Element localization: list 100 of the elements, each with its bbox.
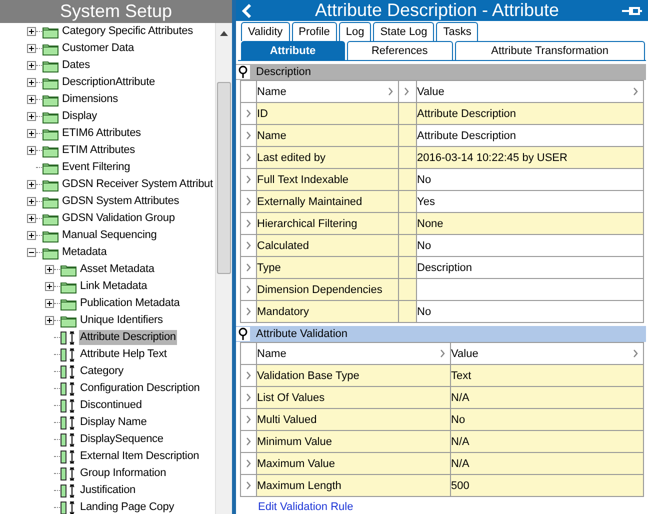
scrollbar[interactable] <box>215 23 232 514</box>
tree-item[interactable]: Discontinued <box>79 398 143 413</box>
table-cell[interactable] <box>241 125 257 147</box>
table-cell[interactable] <box>241 431 257 453</box>
tree-item[interactable]: External Item Description <box>79 449 200 464</box>
property-name: Mandatory <box>257 301 399 323</box>
table-cell[interactable] <box>241 387 257 409</box>
tree-item[interactable]: Category Specific Attributes <box>61 24 194 39</box>
tree-item[interactable]: Attribute Description <box>79 330 177 345</box>
folder-icon <box>42 58 59 72</box>
tree-item[interactable]: Display Name <box>79 415 148 430</box>
table-cell[interactable] <box>241 213 257 235</box>
table-cell <box>399 191 417 213</box>
expand-icon[interactable] <box>27 146 36 155</box>
expand-icon[interactable] <box>27 197 36 206</box>
scroll-thumb[interactable] <box>217 82 231 274</box>
column-header[interactable]: Value <box>417 81 644 103</box>
table-cell[interactable] <box>241 453 257 475</box>
tree-item[interactable]: Justification <box>79 483 137 498</box>
tree-item[interactable]: DescriptionAttribute <box>61 75 156 90</box>
expand-icon[interactable] <box>45 282 54 291</box>
table-cell[interactable] <box>241 301 257 323</box>
table-cell[interactable] <box>241 475 257 497</box>
expand-icon[interactable] <box>45 299 54 308</box>
table-cell[interactable] <box>241 103 257 125</box>
expand-icon[interactable] <box>27 112 36 121</box>
expand-icon[interactable] <box>45 316 54 325</box>
property-name: List Of Values <box>257 387 451 409</box>
table-cell[interactable] <box>241 147 257 169</box>
tree-item[interactable]: Dates <box>61 58 91 73</box>
expand-icon[interactable] <box>27 214 36 223</box>
tree-item[interactable]: Manual Sequencing <box>61 228 158 243</box>
column-header[interactable] <box>399 81 417 103</box>
tree-item[interactable]: Unique Identifiers <box>79 313 164 328</box>
expand-icon[interactable] <box>27 180 36 189</box>
folder-icon <box>42 42 59 56</box>
tree-item[interactable]: Display <box>61 109 98 124</box>
scroll-up-icon[interactable] <box>220 31 228 36</box>
section-header[interactable]: Attribute Validation <box>236 326 646 342</box>
table-cell[interactable] <box>241 191 257 213</box>
section-header[interactable]: Description <box>236 64 646 80</box>
tree-item[interactable]: DisplaySequence <box>79 432 164 447</box>
back-icon[interactable] <box>242 4 252 18</box>
chevron-icon <box>632 349 639 358</box>
expand-icon[interactable] <box>27 129 36 138</box>
expand-icon[interactable] <box>27 231 36 240</box>
column-header[interactable]: Name <box>257 343 451 365</box>
table-cell <box>399 279 417 301</box>
attribute-icon <box>60 416 77 430</box>
edit-validation-rule-link[interactable]: Edit Validation Rule <box>258 500 648 514</box>
pin-icon[interactable] <box>236 327 250 341</box>
property-value: N/A <box>451 387 644 409</box>
expand-icon[interactable] <box>27 61 36 70</box>
tab[interactable]: Log <box>338 22 372 42</box>
tree-item[interactable]: Dimensions <box>61 92 119 107</box>
tree-item[interactable]: Link Metadata <box>79 279 148 294</box>
table-cell[interactable] <box>241 365 257 387</box>
table-cell[interactable] <box>241 257 257 279</box>
tree-item[interactable]: GDSN Validation Group <box>61 211 176 226</box>
folder-icon <box>42 160 59 174</box>
chevron-icon <box>245 481 252 490</box>
column-header[interactable]: Name <box>257 81 399 103</box>
collapse-icon[interactable] <box>27 248 36 257</box>
attribute-icon <box>60 432 77 446</box>
property-value: Attribute Description <box>417 125 644 147</box>
tree-item[interactable]: Category <box>79 364 124 379</box>
tab[interactable]: Attribute Transformation <box>454 41 645 60</box>
column-header[interactable]: Value <box>451 343 644 365</box>
tab[interactable]: Tasks <box>436 22 478 42</box>
tree-item[interactable]: GDSN Receiver System Attribut <box>61 177 214 192</box>
tree-item[interactable]: Attribute Help Text <box>79 347 168 362</box>
table-cell[interactable] <box>241 235 257 257</box>
expand-icon[interactable] <box>27 44 36 53</box>
expand-icon[interactable] <box>45 265 54 274</box>
tab[interactable]: State Log <box>373 22 434 42</box>
tree-item[interactable]: ETIM Attributes <box>61 143 136 158</box>
expand-icon[interactable] <box>27 95 36 104</box>
chevron-icon <box>245 307 252 316</box>
tree-item[interactable]: ETIM6 Attributes <box>61 126 142 141</box>
tab[interactable]: References <box>346 41 453 60</box>
section-title: Description <box>256 66 312 78</box>
expand-icon[interactable] <box>27 27 36 36</box>
folder-icon <box>60 262 77 276</box>
tree-item[interactable]: GDSN System Attributes <box>61 194 180 209</box>
table-cell[interactable] <box>241 409 257 431</box>
tree-item[interactable]: Publication Metadata <box>79 296 181 311</box>
tab[interactable]: Validity <box>241 22 290 42</box>
tree-item[interactable]: Configuration Description <box>79 381 201 396</box>
table-cell[interactable] <box>241 279 257 301</box>
tree-item[interactable]: Metadata <box>61 245 108 260</box>
tab[interactable]: Attribute <box>241 41 344 60</box>
tree-item[interactable]: Customer Data <box>61 41 136 56</box>
pin-icon[interactable] <box>236 65 250 79</box>
expand-icon[interactable] <box>27 78 36 87</box>
tree-item[interactable]: Group Information <box>79 466 168 481</box>
tree-item[interactable]: Asset Metadata <box>79 262 156 277</box>
table-cell[interactable] <box>241 169 257 191</box>
tree-item[interactable]: Landing Page Copy <box>79 500 176 514</box>
tree-item[interactable]: Event Filtering <box>61 160 132 175</box>
tab[interactable]: Profile <box>292 22 337 42</box>
